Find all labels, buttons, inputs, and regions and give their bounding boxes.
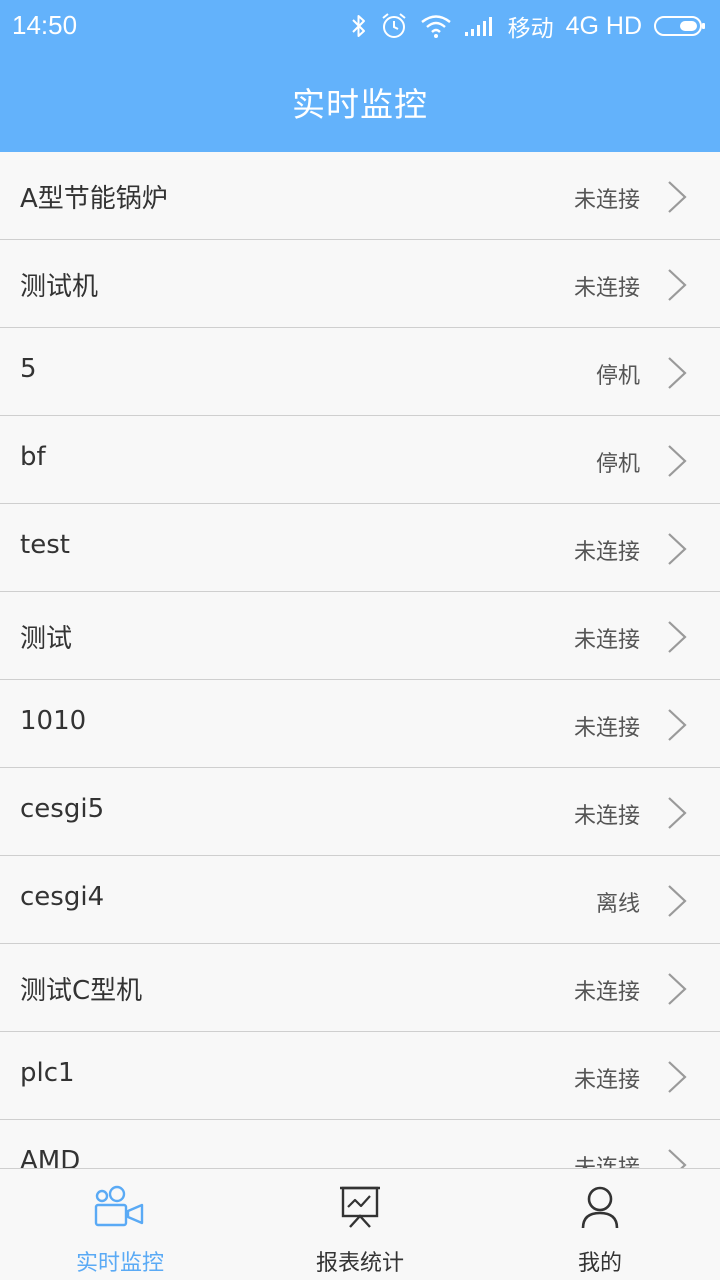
device-row[interactable]: 1010 未连接 (0, 680, 720, 768)
camera-icon (94, 1185, 144, 1227)
chevron-right-icon (668, 445, 687, 477)
chevron-right-icon (668, 973, 687, 1005)
device-name: 1010 (20, 706, 87, 736)
device-status: 未连接 (573, 276, 640, 301)
device-name: 测试C型机 (20, 976, 143, 1006)
device-status: 未连接 (573, 804, 640, 829)
page-title: 实时监控 (292, 85, 428, 124)
chevron-right-icon (668, 621, 687, 653)
chevron-right-icon (668, 181, 687, 213)
device-name: AMD (20, 1146, 81, 1168)
header: 14:50 移动 4G HD 实时监控 (0, 0, 720, 152)
device-name: cesgi4 (20, 882, 105, 912)
device-status: 未连接 (573, 1068, 640, 1093)
device-row[interactable]: A型节能锅炉 未连接 (0, 152, 720, 240)
device-status: 未连接 (573, 980, 640, 1005)
chevron-right-icon (668, 269, 687, 301)
device-row[interactable]: cesgi4 离线 (0, 856, 720, 944)
nav-label: 实时监控 (75, 1251, 164, 1276)
app-screen: 14:50 移动 4G HD 实时监控 A型节能锅炉 未连接 测试机 未连接 5… (0, 0, 720, 1280)
device-row[interactable]: bf 停机 (0, 416, 720, 504)
device-name: 测试机 (20, 272, 99, 302)
status-time: 14:50 (12, 10, 78, 40)
chevron-right-icon (668, 357, 687, 389)
network-type-label: 4G HD (565, 11, 642, 40)
signal-icon (464, 15, 496, 37)
status-bar: 14:50 移动 4G HD (0, 0, 720, 52)
nav-label: 报表统计 (315, 1251, 404, 1276)
device-list: A型节能锅炉 未连接 测试机 未连接 5 停机 bf 停机 test 未连接 测… (0, 152, 720, 1168)
nav-tab-reports[interactable]: 报表统计 (240, 1169, 480, 1280)
device-status: 停机 (595, 452, 640, 477)
chart-board-icon (340, 1186, 380, 1228)
carrier-label: 移动 (507, 16, 554, 42)
chevron-right-icon (668, 1061, 687, 1093)
device-status: 未连接 (573, 540, 640, 565)
device-status: 未连接 (573, 716, 640, 741)
device-row[interactable]: AMD 未连接 (0, 1120, 720, 1168)
device-row[interactable]: 测试 未连接 (0, 592, 720, 680)
device-status: 未连接 (573, 628, 640, 653)
chevron-right-icon (668, 1149, 687, 1168)
device-row[interactable]: test 未连接 (0, 504, 720, 592)
bluetooth-icon (350, 13, 368, 39)
device-name: A型节能锅炉 (20, 184, 168, 214)
device-row[interactable]: 测试C型机 未连接 (0, 944, 720, 1032)
device-status: 未连接 (573, 188, 640, 213)
bottom-nav: 实时监控 报表统计 我的 (0, 1168, 720, 1280)
device-row[interactable]: 5 停机 (0, 328, 720, 416)
device-row[interactable]: plc1 未连接 (0, 1032, 720, 1120)
nav-label: 我的 (577, 1251, 622, 1276)
device-name: 测试 (20, 624, 73, 654)
user-icon (581, 1186, 619, 1229)
status-icons: 移动 4G HD (338, 8, 706, 44)
device-name: plc1 (20, 1058, 75, 1088)
alarm-icon (380, 12, 408, 40)
device-status: 停机 (595, 364, 640, 389)
chevron-right-icon (668, 797, 687, 829)
battery-icon (654, 14, 706, 38)
device-name: 5 (20, 354, 37, 384)
device-row[interactable]: 测试机 未连接 (0, 240, 720, 328)
nav-tab-realtime-monitor[interactable]: 实时监控 (0, 1169, 240, 1280)
device-status: 离线 (595, 892, 640, 917)
device-name: bf (20, 442, 46, 472)
wifi-icon (420, 14, 452, 38)
nav-tab-mine[interactable]: 我的 (480, 1169, 720, 1280)
device-status: 未连接 (574, 1150, 640, 1168)
device-name: cesgi5 (20, 794, 105, 824)
chevron-right-icon (668, 709, 687, 741)
chevron-right-icon (668, 533, 687, 565)
device-name: test (20, 530, 70, 560)
device-row[interactable]: cesgi5 未连接 (0, 768, 720, 856)
chevron-right-icon (668, 885, 687, 917)
